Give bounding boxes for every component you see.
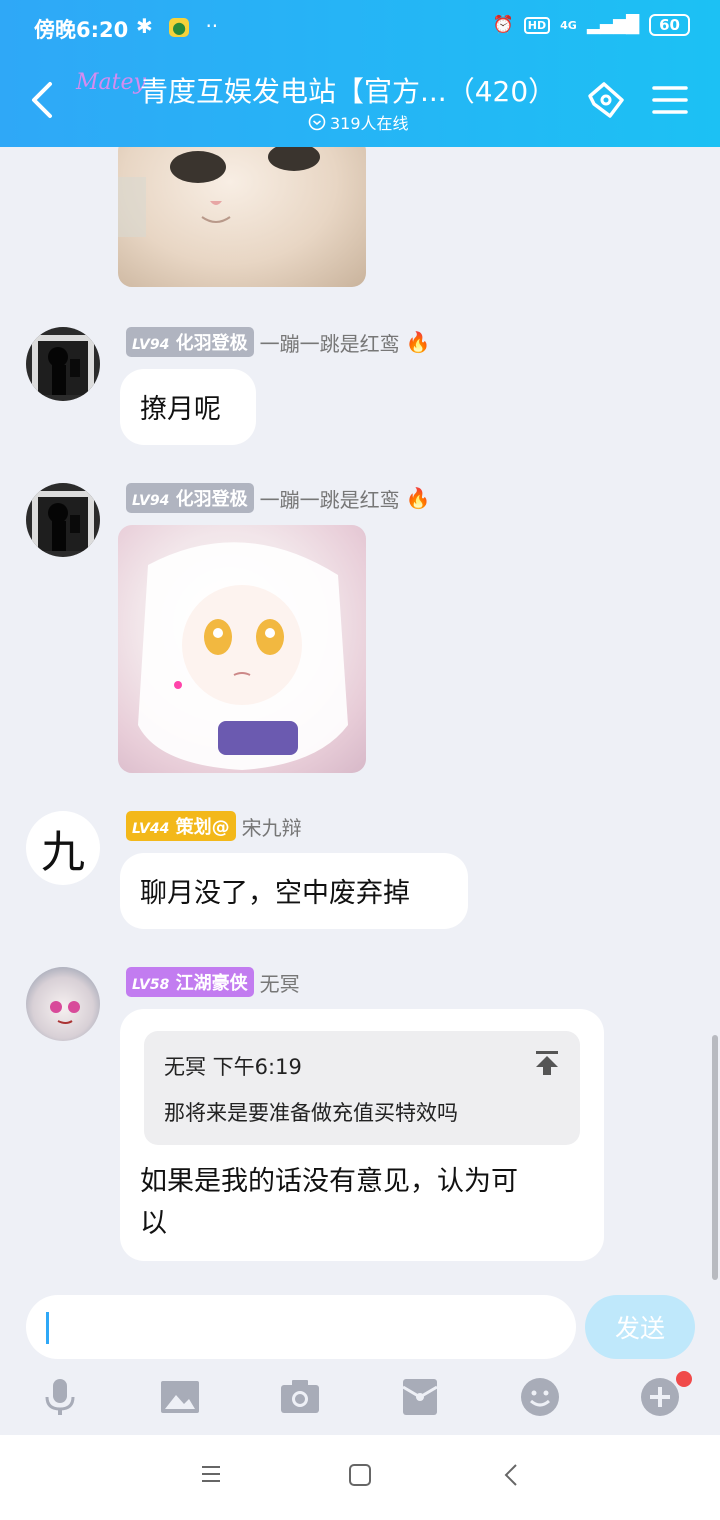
battery-indicator: 60: [649, 14, 690, 36]
online-count: 319人在线: [308, 110, 409, 134]
plus-icon[interactable]: [640, 1377, 680, 1417]
reply-text-line: 以: [140, 1208, 167, 1239]
online-check-icon: [308, 113, 326, 131]
silhouette-avatar-image: [32, 335, 94, 395]
emoji-icon[interactable]: [520, 1377, 560, 1417]
signal-icon: ▂▄▆█: [586, 15, 640, 35]
hd-icon: HD: [523, 16, 551, 34]
quote-text: 那将来是要准备做充值买特效吗: [164, 1101, 458, 1125]
image-message-cat[interactable]: [118, 147, 366, 287]
sender-meta: LV44 策划@ 宋九辩: [126, 811, 302, 841]
status-right-icons: ⏰ HD 4G ▂▄▆█ 60: [493, 14, 690, 36]
group-title[interactable]: 青度互娱发电站【官方...（420）: [140, 70, 556, 110]
level-label: LV58: [132, 977, 170, 993]
member-badge: LV58 江湖豪侠: [126, 967, 254, 997]
send-button[interactable]: 发送: [585, 1295, 695, 1359]
message-list[interactable]: LV94 化羽登极 一蹦一跳是红鸾 🔥 撩月呢 LV94 化羽登极 一蹦一跳是红…: [0, 147, 720, 1287]
group-logo: Matey: [76, 70, 146, 95]
chat-header: 傍晚6:20 ✱ ● ·· ⏰ HD 4G ▂▄▆█ 60 Matey 青度互娱…: [0, 0, 720, 147]
sender-meta: LV94 化羽登极 一蹦一跳是红鸾 🔥: [126, 483, 431, 513]
alarm-icon: ⏰: [492, 15, 514, 35]
jump-to-quote-icon[interactable]: [534, 1049, 560, 1077]
network-label: 4G: [560, 18, 577, 32]
sender-meta: LV58 江湖豪侠 无冥: [126, 967, 300, 997]
sender-meta: LV94 化羽登极 一蹦一跳是红鸾 🔥: [126, 327, 431, 357]
status-bar: 傍晚6:20 ✱ ● ·· ⏰ HD 4G ▂▄▆█ 60: [0, 0, 720, 60]
avatar[interactable]: 九: [26, 811, 100, 885]
scrollbar[interactable]: [712, 1035, 718, 1280]
group-tag-icon[interactable]: [584, 78, 628, 122]
avatar[interactable]: [26, 483, 100, 557]
home-icon[interactable]: [348, 1463, 372, 1487]
bluetooth-icon: ✱: [136, 14, 153, 38]
sender-name[interactable]: 宋九辩: [242, 812, 302, 841]
text-message[interactable]: 聊月没了，空中废弃掉: [120, 853, 468, 929]
level-label: LV44: [132, 821, 170, 837]
message-text: 聊月没了，空中废弃掉: [140, 878, 410, 909]
role-label: 化羽登极: [175, 333, 248, 354]
nav-back-icon[interactable]: [502, 1463, 520, 1487]
reply-text-line: 如果是我的话没有意见，认为可: [140, 1166, 518, 1197]
mic-icon[interactable]: [40, 1377, 80, 1417]
sender-name[interactable]: 一蹦一跳是红鸾: [260, 328, 400, 357]
anime-girl-image: [138, 542, 348, 770]
member-badge: LV94 化羽登极: [126, 327, 254, 357]
anime-avatar-image: [50, 1001, 80, 1024]
flame-icon: 🔥: [405, 330, 431, 354]
avatar[interactable]: [26, 967, 100, 1041]
role-label: 化羽登极: [175, 489, 248, 510]
recent-apps-icon[interactable]: [200, 1463, 222, 1485]
system-nav-bar: [0, 1435, 720, 1520]
text-cursor: [46, 1312, 49, 1344]
quote-author-time: 无冥 下午6:19: [164, 1055, 302, 1079]
camera-icon[interactable]: [280, 1377, 320, 1417]
sender-name[interactable]: 一蹦一跳是红鸾: [260, 484, 400, 513]
avatar[interactable]: [26, 327, 100, 401]
online-count-label: 319人在线: [330, 114, 409, 133]
avatar-character: 九: [41, 827, 85, 878]
cat-image: [118, 147, 320, 237]
member-badge: LV44 策划@: [126, 811, 236, 841]
image-icon[interactable]: [160, 1377, 200, 1417]
level-label: LV94: [132, 493, 170, 509]
status-left-icons: ✱ ● ··: [136, 14, 228, 38]
message-text: 撩月呢: [140, 394, 221, 425]
flame-icon: 🔥: [405, 486, 431, 510]
image-message-anime[interactable]: [118, 525, 366, 773]
back-arrow-icon[interactable]: [24, 78, 60, 122]
role-label: 策划@: [175, 817, 230, 838]
text-message[interactable]: 撩月呢: [120, 369, 256, 445]
composer: 发送: [0, 1287, 720, 1435]
level-label: LV94: [132, 337, 170, 353]
reply-message[interactable]: 无冥 下午6:19 那将来是要准备做充值买特效吗 如果是我的话没有意见，认为可 …: [120, 1009, 604, 1261]
role-label: 江湖豪侠: [175, 973, 248, 994]
menu-icon[interactable]: [648, 78, 692, 122]
status-time: 傍晚6:20: [34, 18, 129, 42]
quoted-message[interactable]: 无冥 下午6:19 那将来是要准备做充值买特效吗: [144, 1031, 580, 1145]
message-input[interactable]: [26, 1295, 576, 1359]
member-badge: LV94 化羽登极: [126, 483, 254, 513]
red-packet-icon[interactable]: [400, 1377, 440, 1417]
app-notification-icon: ●: [169, 18, 190, 37]
notification-dot: [676, 1371, 692, 1387]
more-notifications-icon: ··: [205, 14, 219, 38]
reply-text: 如果是我的话没有意见，认为可 以: [140, 1161, 518, 1245]
sender-name[interactable]: 无冥: [260, 968, 300, 997]
silhouette-avatar-image: [32, 491, 94, 551]
